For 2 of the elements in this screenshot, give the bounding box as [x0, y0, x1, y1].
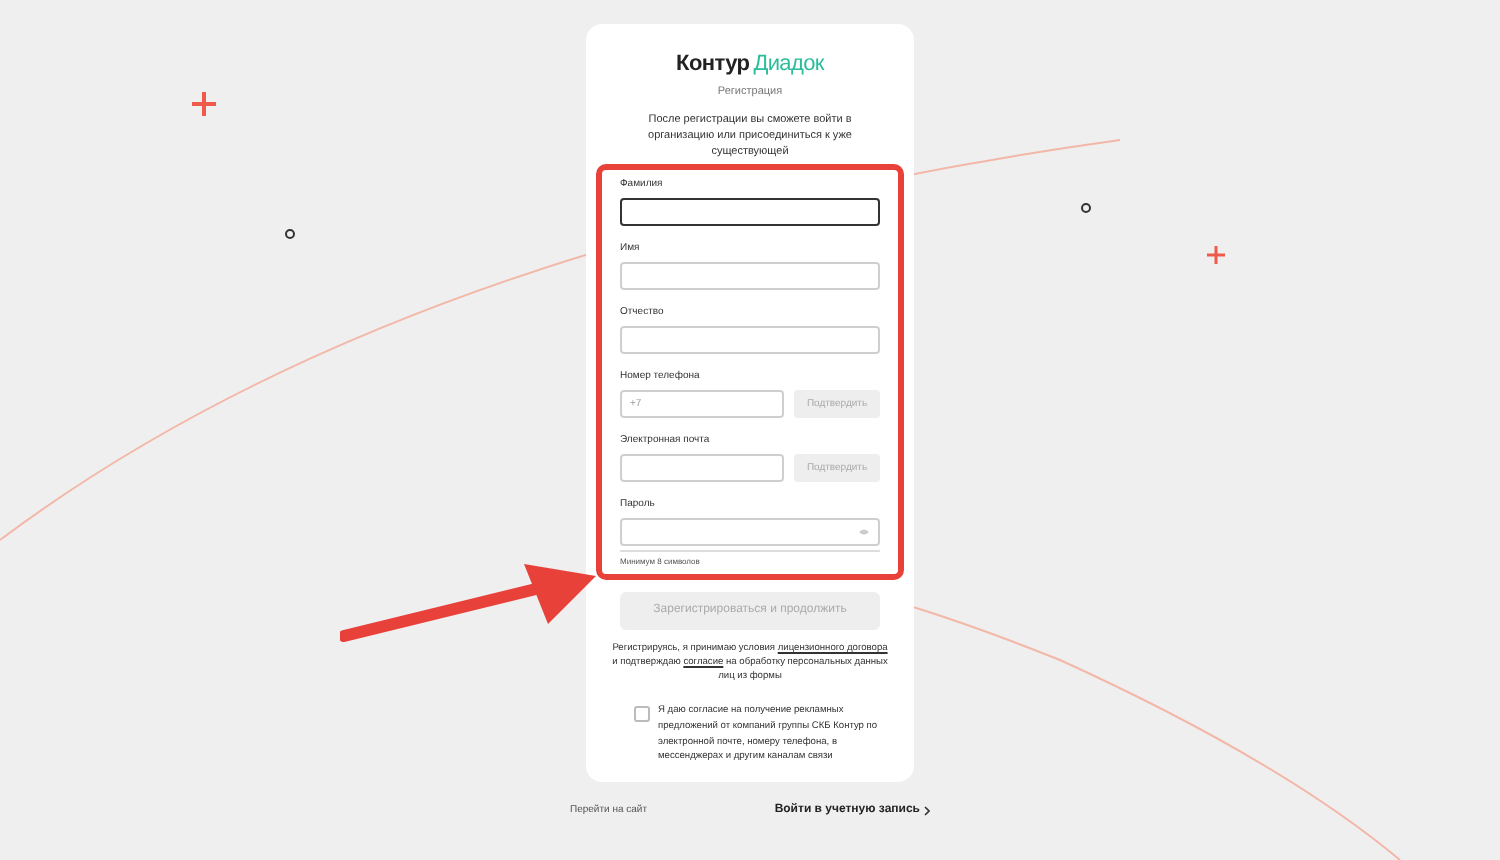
logo-brand: Контур — [676, 52, 750, 76]
logo-product: Диадок — [753, 52, 824, 76]
